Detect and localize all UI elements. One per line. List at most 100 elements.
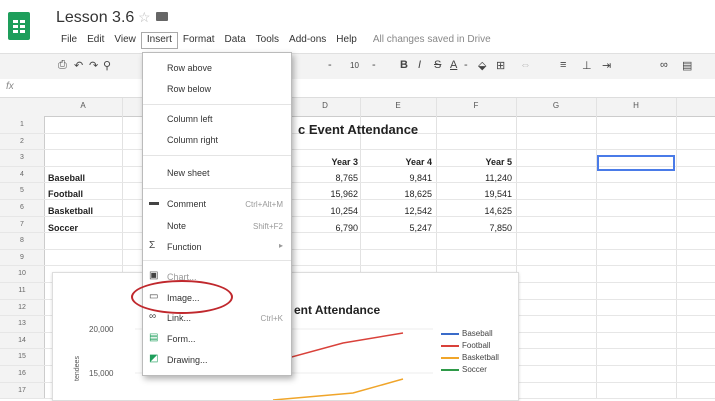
row-header[interactable]: 13 bbox=[0, 320, 44, 327]
document-title[interactable]: Lesson 3.6 bbox=[56, 9, 134, 27]
column-header-g[interactable]: G bbox=[516, 101, 596, 110]
legend-item-soccer: Soccer bbox=[441, 365, 487, 374]
column-header-f[interactable]: F bbox=[436, 101, 516, 110]
data-cell[interactable]: 14,625 bbox=[452, 206, 512, 216]
menu-separator bbox=[143, 155, 291, 156]
italic-button[interactable]: I bbox=[418, 59, 421, 71]
row-header[interactable]: 1 bbox=[0, 121, 44, 128]
sigma-icon: Σ bbox=[149, 240, 156, 251]
column-header-d[interactable]: D bbox=[290, 101, 360, 110]
fill-color-icon[interactable]: ⬙ bbox=[478, 59, 486, 72]
column-header-a[interactable]: A bbox=[44, 101, 122, 110]
font-dropdown-icon[interactable]: - bbox=[328, 59, 332, 71]
undo-icon[interactable]: ↶ bbox=[74, 59, 83, 72]
font-size-select[interactable]: 10 bbox=[350, 61, 359, 70]
header-year-3[interactable]: Year 3 bbox=[298, 157, 358, 167]
row-header[interactable]: 7 bbox=[0, 221, 44, 228]
folder-icon[interactable] bbox=[156, 12, 168, 21]
merge-icon[interactable]: ⇔ bbox=[520, 59, 531, 71]
menu-item-row-below[interactable]: Row below bbox=[167, 84, 211, 94]
menu-insert[interactable]: Insert bbox=[140, 32, 178, 49]
menu-item-form[interactable]: Form... bbox=[167, 334, 196, 344]
shortcut-label: Shift+F2 bbox=[252, 222, 283, 231]
data-cell[interactable]: 11,240 bbox=[452, 173, 512, 183]
row-header[interactable]: 9 bbox=[0, 254, 44, 261]
borders-icon[interactable]: ⊞ bbox=[496, 59, 505, 72]
sport-cell[interactable]: Football bbox=[48, 189, 83, 199]
text-color-button[interactable]: A bbox=[450, 59, 457, 71]
strikethrough-button[interactable]: S bbox=[434, 59, 441, 71]
header-year-5[interactable]: Year 5 bbox=[452, 157, 512, 167]
insert-comment-icon[interactable]: ▤ bbox=[682, 59, 692, 72]
menu-tools[interactable]: Tools bbox=[251, 34, 284, 49]
column-header-h[interactable]: H bbox=[596, 101, 676, 110]
row-header[interactable]: 4 bbox=[0, 171, 44, 178]
row-header[interactable]: 6 bbox=[0, 204, 44, 211]
basketball-series-line bbox=[272, 378, 404, 400]
column-header-e[interactable]: E bbox=[360, 101, 436, 110]
sheet-title-cell[interactable]: c Event Attendance bbox=[298, 122, 418, 137]
data-cell[interactable]: 5,247 bbox=[372, 223, 432, 233]
menu-item-new-sheet[interactable]: New sheet bbox=[167, 168, 210, 178]
data-cell[interactable]: 19,541 bbox=[452, 189, 512, 199]
sport-cell[interactable]: Baseball bbox=[48, 173, 85, 183]
menu-format[interactable]: Format bbox=[178, 34, 220, 49]
data-cell[interactable]: 6,790 bbox=[298, 223, 358, 233]
data-cell[interactable]: 8,765 bbox=[298, 173, 358, 183]
bold-button[interactable]: B bbox=[400, 59, 408, 71]
star-icon[interactable]: ☆ bbox=[138, 9, 151, 26]
row-header[interactable]: 8 bbox=[0, 237, 44, 244]
row-header[interactable]: 3 bbox=[0, 154, 44, 161]
menu-item-column-left[interactable]: Column left bbox=[167, 114, 213, 124]
row-header[interactable]: 16 bbox=[0, 370, 44, 377]
data-cell[interactable]: 15,962 bbox=[298, 189, 358, 199]
sport-cell[interactable]: Basketball bbox=[48, 206, 93, 216]
data-cell[interactable]: 18,625 bbox=[372, 189, 432, 199]
sheets-logo-icon[interactable] bbox=[8, 12, 30, 40]
row-header[interactable]: 5 bbox=[0, 187, 44, 194]
formula-bar[interactable]: fx bbox=[0, 79, 715, 98]
selected-cell[interactable] bbox=[597, 155, 675, 171]
menu-view[interactable]: View bbox=[109, 34, 141, 49]
text-wrap-icon[interactable]: ⇥ bbox=[602, 59, 611, 72]
valign-bottom-icon[interactable]: ⊥ bbox=[582, 59, 592, 72]
menu-separator bbox=[143, 104, 291, 105]
menu-item-row-above[interactable]: Row above bbox=[167, 63, 212, 73]
row-header[interactable]: 12 bbox=[0, 304, 44, 311]
grid-line bbox=[0, 149, 715, 151]
link-icon[interactable]: ∞ bbox=[660, 59, 668, 71]
menu-data[interactable]: Data bbox=[220, 34, 251, 49]
data-cell[interactable]: 12,542 bbox=[372, 206, 432, 216]
data-cell[interactable]: 10,254 bbox=[298, 206, 358, 216]
legend-item-basketball: Basketball bbox=[441, 353, 499, 362]
menu-item-note[interactable]: Note bbox=[167, 221, 186, 231]
row-header[interactable]: 11 bbox=[0, 287, 44, 294]
menu-item-column-right[interactable]: Column right bbox=[167, 135, 218, 145]
menu-item-comment[interactable]: Comment bbox=[167, 199, 206, 209]
link-icon: ∞ bbox=[149, 311, 157, 322]
menu-edit[interactable]: Edit bbox=[82, 34, 109, 49]
chevron-down-icon[interactable]: - bbox=[372, 59, 376, 71]
y-axis-label: tendees bbox=[73, 356, 81, 381]
data-cell[interactable]: 9,841 bbox=[372, 173, 432, 183]
paint-format-icon[interactable]: ⚲ bbox=[103, 59, 111, 72]
row-header[interactable]: 14 bbox=[0, 337, 44, 344]
print-icon[interactable]: ⎙ bbox=[58, 59, 67, 72]
chevron-down-icon[interactable]: - bbox=[464, 59, 468, 71]
row-header[interactable]: 2 bbox=[0, 138, 44, 145]
menu-addons[interactable]: Add-ons bbox=[284, 34, 331, 49]
row-header[interactable]: 10 bbox=[0, 270, 44, 277]
row-header[interactable]: 15 bbox=[0, 353, 44, 360]
align-left-icon[interactable]: ≡ bbox=[560, 59, 566, 71]
redo-icon[interactable]: ↷ bbox=[89, 59, 98, 72]
shortcut-label: Ctrl+Alt+M bbox=[245, 200, 283, 209]
menu-file[interactable]: File bbox=[56, 34, 82, 49]
data-cell[interactable]: 7,850 bbox=[452, 223, 512, 233]
menu-item-function[interactable]: Function bbox=[167, 242, 202, 252]
menu-item-drawing[interactable]: Drawing... bbox=[167, 355, 208, 365]
header-year-4[interactable]: Year 4 bbox=[372, 157, 432, 167]
menu-item-link[interactable]: Link... bbox=[167, 313, 191, 323]
row-header[interactable]: 17 bbox=[0, 387, 44, 394]
sport-cell[interactable]: Soccer bbox=[48, 223, 78, 233]
menu-help[interactable]: Help bbox=[331, 34, 362, 49]
